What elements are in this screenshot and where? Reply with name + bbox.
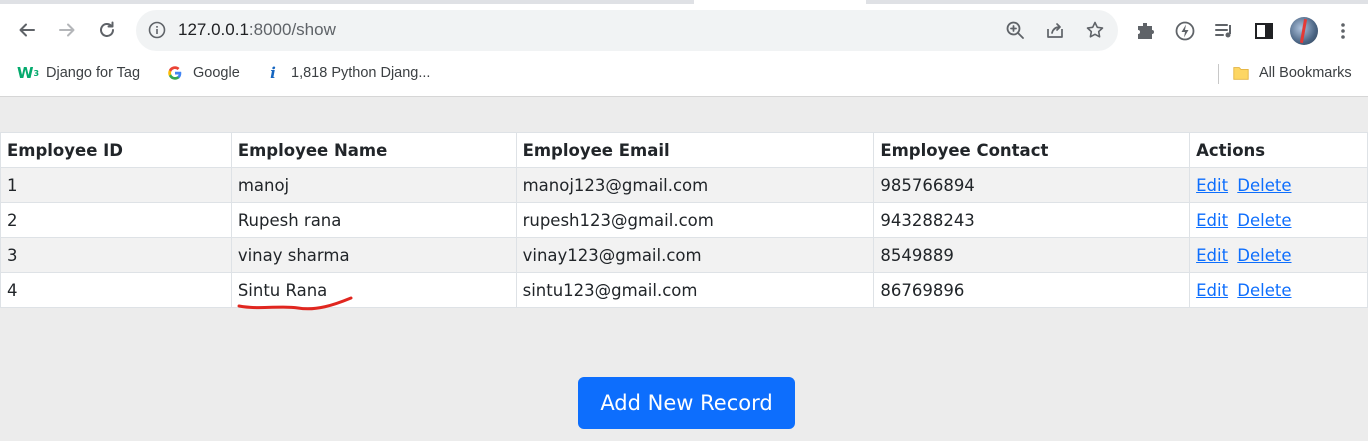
cell-email: manoj123@gmail.com — [515, 167, 875, 203]
bookmark-django-for-tag[interactable]: W3 Django for Tag — [16, 63, 141, 83]
cell-name: Sintu Rana — [230, 272, 517, 308]
cell-name: vinay sharma — [230, 237, 517, 273]
cell-actions: Edit Delete — [1189, 167, 1368, 203]
cell-id: 1 — [0, 167, 232, 203]
bookmark-star-icon[interactable] — [1084, 19, 1106, 41]
cell-email: rupesh123@gmail.com — [515, 202, 875, 238]
cell-contact: 86769896 — [873, 272, 1191, 308]
delete-link[interactable]: Delete — [1237, 176, 1291, 195]
browser-chrome: 127.0.0.1:8000/show W3 Django for Tag Go… — [0, 0, 1368, 97]
edit-link[interactable]: Edit — [1196, 176, 1228, 195]
header-employee-email: Employee Email — [515, 132, 875, 168]
edit-link[interactable]: Edit — [1196, 211, 1228, 230]
active-tab[interactable] — [694, 0, 866, 4]
site-info-icon[interactable] — [148, 21, 166, 39]
cell-actions: Edit Delete — [1189, 237, 1368, 273]
table-header-row: Employee ID Employee Name Employee Email… — [0, 132, 1368, 168]
tab-strip — [0, 0, 1368, 4]
cell-email: vinay123@gmail.com — [515, 237, 875, 273]
edit-link[interactable]: Edit — [1196, 281, 1228, 300]
edit-link[interactable]: Edit — [1196, 246, 1228, 265]
page-content: Employee ID Employee Name Employee Email… — [0, 98, 1368, 441]
info-logo-icon: i — [270, 64, 276, 82]
bookmark-python-django[interactable]: i 1,818 Python Djang... — [263, 63, 430, 83]
bookmarks-bar: W3 Django for Tag Google i 1,818 Python … — [0, 58, 1368, 90]
bookmark-label: Django for Tag — [46, 65, 141, 81]
bookmark-label: 1,818 Python Djang... — [291, 65, 431, 81]
all-bookmarks-label: All Bookmarks — [1259, 65, 1352, 81]
cell-id: 2 — [0, 202, 232, 238]
all-bookmarks[interactable]: All Bookmarks — [1231, 63, 1352, 83]
lightning-icon[interactable] — [1173, 19, 1197, 43]
bookmarks-divider — [1218, 64, 1219, 84]
media-queue-icon[interactable] — [1212, 19, 1236, 43]
header-employee-name: Employee Name — [230, 132, 517, 168]
employee-table: Employee ID Employee Name Employee Email… — [0, 132, 1368, 308]
share-icon[interactable] — [1044, 19, 1066, 41]
url-text[interactable]: 127.0.0.1:8000/show — [178, 20, 336, 40]
delete-link[interactable]: Delete — [1237, 281, 1291, 300]
header-employee-contact: Employee Contact — [873, 132, 1191, 168]
extensions-icon[interactable] — [1134, 19, 1158, 43]
cell-actions: Edit Delete — [1189, 272, 1368, 308]
cell-name: Rupesh rana — [230, 202, 517, 238]
cell-contact: 985766894 — [873, 167, 1191, 203]
bookmark-label: Google — [193, 65, 240, 81]
url-host: 127.0.0.1 — [178, 20, 249, 39]
cell-contact: 943288243 — [873, 202, 1191, 238]
header-actions: Actions — [1189, 132, 1368, 168]
table-row: 4 Sintu Rana sintu123@gmail.com 86769896… — [0, 272, 1368, 308]
zoom-icon[interactable] — [1004, 19, 1026, 41]
address-bar[interactable]: 127.0.0.1:8000/show — [136, 10, 1118, 51]
cell-email: sintu123@gmail.com — [515, 272, 875, 308]
add-new-record-button[interactable]: Add New Record — [578, 377, 795, 429]
forward-arrow-icon[interactable] — [51, 14, 83, 46]
delete-link[interactable]: Delete — [1237, 211, 1291, 230]
profile-avatar[interactable] — [1290, 17, 1318, 45]
table-row: 2 Rupesh rana rupesh123@gmail.com 943288… — [0, 202, 1368, 238]
url-path: :8000/show — [248, 20, 336, 39]
more-menu-icon[interactable] — [1331, 19, 1355, 43]
folder-icon — [1231, 63, 1251, 83]
header-employee-id: Employee ID — [0, 132, 232, 168]
cell-contact: 8549889 — [873, 237, 1191, 273]
table-row: 1 manoj manoj123@gmail.com 985766894 Edi… — [0, 167, 1368, 203]
reload-icon[interactable] — [91, 14, 123, 46]
cell-name: manoj — [230, 167, 517, 203]
cell-actions: Edit Delete — [1189, 202, 1368, 238]
cell-id: 3 — [0, 237, 232, 273]
bookmark-google[interactable]: Google — [165, 63, 240, 83]
back-arrow-icon[interactable] — [11, 14, 43, 46]
side-panel-icon[interactable] — [1252, 19, 1276, 43]
table-row: 3 vinay sharma vinay123@gmail.com 854988… — [0, 237, 1368, 273]
delete-link[interactable]: Delete — [1237, 246, 1291, 265]
w3schools-icon: W3 — [16, 64, 40, 82]
cell-id: 4 — [0, 272, 232, 308]
google-icon — [165, 63, 185, 83]
